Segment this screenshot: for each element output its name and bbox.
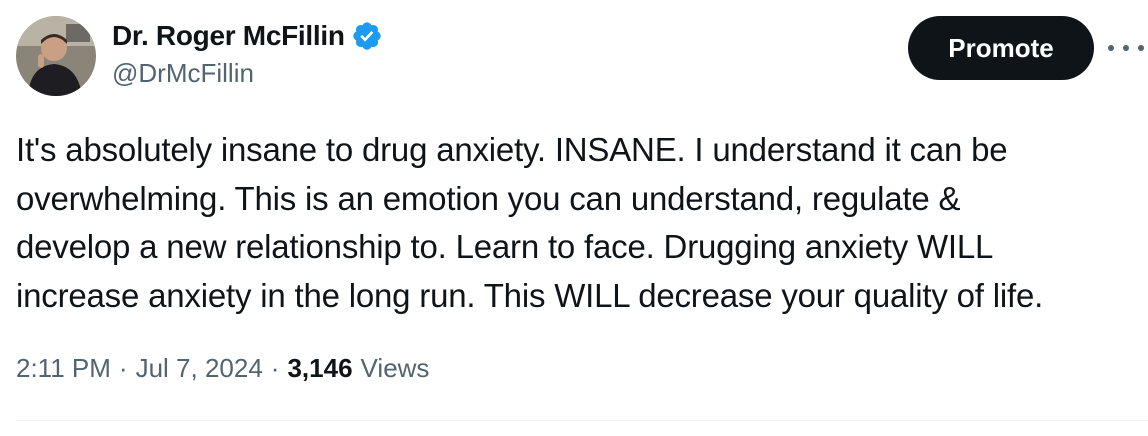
- meta-separator: ·: [270, 352, 280, 383]
- more-dot: [1123, 45, 1129, 51]
- verified-badge-icon: [351, 20, 383, 52]
- tweet-time[interactable]: 2:11 PM: [16, 353, 111, 384]
- avatar[interactable]: [16, 16, 96, 96]
- views-label: Views: [360, 352, 430, 383]
- more-horizontal-icon[interactable]: [1108, 36, 1144, 60]
- more-dot: [1108, 45, 1114, 51]
- author-name-row: Dr. Roger McFillin: [112, 16, 383, 56]
- tweet-date[interactable]: Jul 7, 2024: [136, 353, 263, 384]
- views-count: 3,146: [287, 352, 353, 383]
- author-display-name[interactable]: Dr. Roger McFillin: [112, 20, 345, 52]
- divider: [16, 420, 1148, 421]
- avatar-image: [16, 16, 96, 96]
- more-dot: [1138, 45, 1144, 51]
- tweet-text: It's absolutely insane to drug anxiety. …: [16, 131, 1044, 314]
- meta-separator: ·: [118, 352, 128, 383]
- tweet-meta: 2:11 PM · Jul 7, 2024 · 3,146 Views: [16, 346, 429, 390]
- promote-button[interactable]: Promote: [908, 16, 1094, 80]
- author-handle[interactable]: @DrMcFillin: [112, 58, 254, 89]
